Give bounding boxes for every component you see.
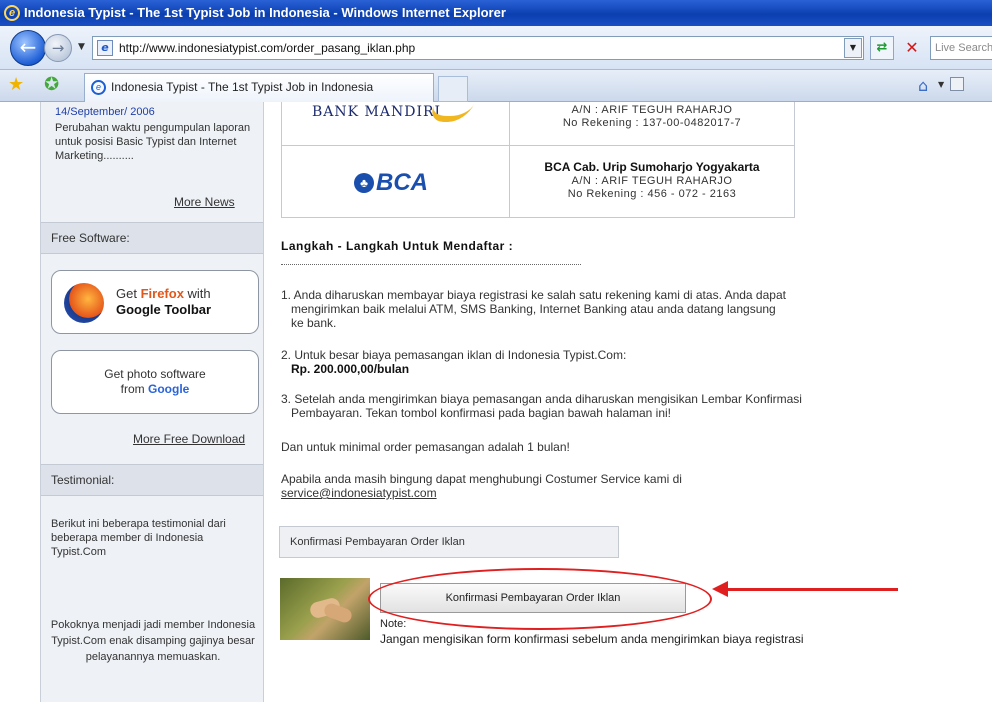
step3-line2: Pembayaran. Tekan tombol konfirmasi pada…: [291, 406, 672, 420]
note-label: Note:: [380, 618, 407, 630]
forward-button[interactable]: →: [44, 34, 72, 62]
left-sidebar: 14/September/ 2006 Perubahan waktu pengu…: [40, 102, 264, 702]
address-toolbar: ← → ▼ e http://www.indonesiatypist.com/o…: [0, 26, 992, 70]
testimonial-quote: Pokoknya menjadi jadi member Indonesia T…: [50, 619, 256, 663]
firefox-icon: [64, 283, 104, 323]
min-order-text: Dan untuk minimal order pemasangan adala…: [281, 440, 570, 454]
note-text: Jangan mengisikan form konfirmasi sebelu…: [380, 632, 804, 646]
contact-email-link[interactable]: service@indonesiatypist.com: [281, 486, 437, 500]
address-dropdown-icon[interactable]: ▼: [844, 38, 862, 58]
bca-logo: ♣ BCA: [354, 169, 428, 197]
photo-line2-prefix: from: [120, 382, 148, 396]
firefox-promo-button[interactable]: Get Firefox with Google Toolbar: [51, 270, 259, 334]
bca-logo-text: BCA: [376, 169, 428, 196]
contact-line: Apabila anda masih bingung dapat menghub…: [281, 472, 682, 486]
window-title-bar: e Indonesia Typist - The 1st Typist Job …: [0, 0, 992, 26]
step2-line1: 2. Untuk besar biaya pemasangan iklan di…: [281, 348, 627, 362]
arrow-line: [726, 588, 898, 591]
new-tab-button[interactable]: [438, 76, 468, 102]
mandiri-holder: A/N : ARIF TEGUH RAHARJO: [571, 104, 733, 116]
news-text: Perubahan waktu pengumpulan laporan untu…: [55, 122, 251, 162]
photo-promo-text: Get photo software from Google: [52, 367, 258, 397]
home-dropdown-icon[interactable]: ▼: [938, 80, 944, 89]
add-favorites-icon[interactable]: ✪: [44, 74, 59, 95]
steps-title: Langkah - Langkah Untuk Mendaftar :: [281, 239, 514, 253]
home-icon[interactable]: ⌂: [918, 76, 928, 95]
tab-indonesia-typist[interactable]: e Indonesia Typist - The 1st Typist Job …: [84, 73, 434, 102]
bca-mark-icon: ♣: [354, 173, 374, 193]
mandiri-account-info: A/N : ARIF TEGUH RAHARJO No Rekening : 1…: [510, 104, 794, 130]
hand-shape: [322, 601, 354, 625]
bank-row-bca: ♣ BCA BCA Cab. Urip Sumoharjo Yogyakarta …: [282, 147, 794, 217]
step1-line2: mengirimkan baik melalui ATM, SMS Bankin…: [291, 302, 776, 316]
bank-row-mandiri: BANK MANDIRI A/N : ARIF TEGUH RAHARJO No…: [282, 102, 794, 146]
ie-logo-icon: e: [4, 5, 20, 21]
firefox-suffix: with: [183, 286, 211, 301]
step1-line1: 1. Anda diharuskan membayar biaya regist…: [281, 288, 786, 302]
stop-icon[interactable]: ✕: [900, 36, 924, 60]
price-text: Rp. 200.000,00/bulan: [291, 362, 410, 376]
bca-account-number: No Rekening : 456 - 072 - 2163: [567, 188, 737, 200]
bca-account-info: BCA Cab. Urip Sumoharjo Yogyakarta A/N :…: [510, 161, 794, 201]
address-bar[interactable]: e http://www.indonesiatypist.com/order_p…: [92, 36, 864, 60]
dotted-divider: [281, 264, 581, 265]
contact-text: Apabila anda masih bingung dapat menghub…: [281, 472, 682, 500]
handshake-image: [280, 578, 370, 640]
refresh-icon[interactable]: ⇄: [870, 36, 894, 60]
recent-pages-dropdown-icon[interactable]: ▼: [78, 42, 85, 52]
search-input[interactable]: Live Search: [930, 36, 992, 60]
more-news-link[interactable]: More News: [174, 195, 235, 209]
testimonial-intro: Berikut ini beberapa testimonial dari be…: [51, 518, 226, 558]
more-free-download-link[interactable]: More Free Download: [133, 432, 245, 446]
back-button[interactable]: ←: [10, 30, 46, 66]
news-date: 14/September/ 2006: [55, 106, 155, 118]
bca-branch: BCA Cab. Urip Sumoharjo Yogyakarta: [544, 160, 760, 174]
free-software-heading: Free Software:: [41, 222, 263, 254]
firefox-toolbar-text: Google Toolbar: [116, 302, 212, 317]
page-icon: e: [97, 40, 113, 56]
tab-label: Indonesia Typist - The 1st Typist Job in…: [111, 80, 374, 94]
favorites-star-icon[interactable]: ★: [8, 74, 24, 95]
mandiri-logo: BANK MANDIRI: [312, 104, 442, 120]
firefox-promo-text: Get Firefox with Google Toolbar: [116, 286, 254, 318]
mandiri-account-number: No Rekening : 137-00-0482017-7: [562, 117, 742, 129]
window-title: Indonesia Typist - The 1st Typist Job in…: [24, 5, 506, 20]
firefox-name: Firefox: [140, 286, 184, 301]
confirm-section-heading: Konfirmasi Pembayaran Order Iklan: [279, 526, 619, 558]
feeds-icon[interactable]: [950, 77, 964, 91]
page-content: 14/September/ 2006 Perubahan waktu pengu…: [0, 102, 992, 702]
step-2: 2. Untuk besar biaya pemasangan iklan di…: [281, 348, 821, 376]
firefox-prefix: Get: [116, 286, 141, 301]
bank-accounts-table: BANK MANDIRI A/N : ARIF TEGUH RAHARJO No…: [281, 102, 795, 218]
confirm-payment-button[interactable]: Konfirmasi Pembayaran Order Iklan: [380, 583, 686, 613]
photo-line1: Get photo software: [104, 367, 206, 381]
google-name: Google: [148, 382, 190, 396]
bca-holder: A/N : ARIF TEGUH RAHARJO: [571, 175, 733, 187]
step-3: 3. Setelah anda mengirimkan biaya pemasa…: [281, 392, 821, 420]
tab-ie-icon: e: [91, 80, 106, 95]
step-1: 1. Anda diharuskan membayar biaya regist…: [281, 288, 821, 330]
testimonial-heading: Testimonial:: [41, 464, 263, 496]
step3-line1: 3. Setelah anda mengirimkan biaya pemasa…: [281, 392, 802, 406]
tab-toolbar: ★ ✪ e Indonesia Typist - The 1st Typist …: [0, 70, 992, 102]
google-photo-promo-button[interactable]: Get photo software from Google: [51, 350, 259, 414]
step1-line3: ke bank.: [291, 316, 337, 330]
address-input[interactable]: http://www.indonesiatypist.com/order_pas…: [119, 37, 415, 59]
